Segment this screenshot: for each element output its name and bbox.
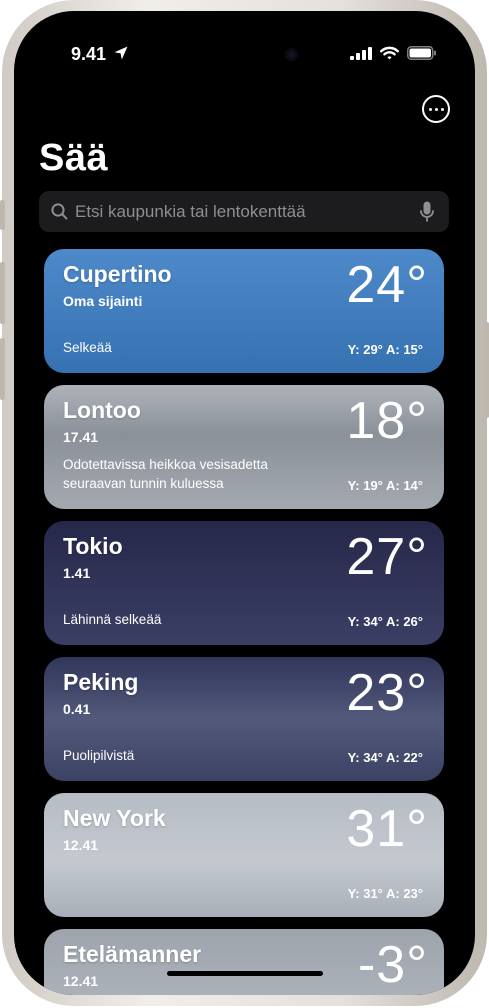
- city-subtitle: 0.41: [63, 701, 91, 717]
- city-temperature: 27°: [346, 528, 428, 586]
- city-subtitle: 1.41: [63, 565, 91, 581]
- city-card-peking[interactable]: Peking 0.41 23° Puolipilvistä Y: 34° A: …: [44, 657, 444, 781]
- city-condition: Odotettavissa heikkoa vesisadetta seuraa…: [63, 457, 268, 491]
- status-icons: [350, 46, 437, 60]
- search-icon: [51, 203, 68, 220]
- status-time: 9.41: [71, 44, 107, 64]
- city-name: Tokio: [63, 533, 123, 559]
- city-card-etelamanner[interactable]: Etelämanner 12.41 -3°: [44, 929, 444, 995]
- city-temperature: 23°: [346, 664, 428, 722]
- city-subtitle: 12.41: [63, 973, 99, 989]
- city-condition: Selkeää: [63, 340, 112, 355]
- city-temperature: 18°: [346, 392, 428, 450]
- city-subtitle: 17.41: [63, 429, 99, 445]
- city-name: Cupertino: [63, 261, 172, 287]
- city-card-new-york[interactable]: New York 12.41 31° Y: 31° A: 23°: [44, 793, 444, 917]
- city-high-low: Y: 34° A: 22°: [347, 750, 423, 765]
- location-arrow-icon: [114, 46, 128, 60]
- city-card-cupertino[interactable]: Cupertino Oma sijainti 24° Selkeää Y: 29…: [44, 249, 444, 373]
- volume-up-button: [0, 262, 5, 324]
- microphone-icon[interactable]: [420, 201, 434, 223]
- volume-down-button: [0, 338, 5, 400]
- more-options-button[interactable]: [422, 95, 450, 123]
- front-camera: [285, 48, 298, 61]
- search-input[interactable]: [75, 191, 405, 232]
- city-temperature: -3°: [357, 936, 428, 994]
- ellipsis-circle-icon: [428, 107, 432, 111]
- city-high-low: Y: 31° A: 23°: [347, 886, 423, 901]
- action-button: [0, 200, 5, 230]
- city-name: Peking: [63, 669, 139, 695]
- city-high-low: Y: 34° A: 26°: [347, 614, 423, 629]
- city-temperature: 24°: [346, 256, 428, 314]
- city-name: New York: [63, 805, 166, 831]
- search-field[interactable]: [39, 191, 449, 232]
- city-name: Etelämanner: [63, 941, 202, 967]
- city-card-lontoo[interactable]: Lontoo 17.41 18° Odotettavissa heikkoa v…: [44, 385, 444, 509]
- city-card-tokio[interactable]: Tokio 1.41 27° Lähinnä selkeää Y: 34° A:…: [44, 521, 444, 645]
- city-temperature: 31°: [346, 800, 428, 858]
- phone-screen: 9.41 Sää Etsi kaupunkia tai lentokenttää…: [14, 11, 475, 995]
- wifi-icon: [380, 46, 399, 60]
- side-button: [484, 322, 489, 418]
- city-name: Lontoo: [63, 397, 141, 423]
- city-subtitle: 12.41: [63, 837, 99, 853]
- city-high-low: Y: 19° A: 14°: [347, 478, 423, 493]
- page-title: Sää: [39, 137, 109, 179]
- city-condition: Lähinnä selkeää: [63, 612, 162, 627]
- home-indicator[interactable]: [167, 971, 323, 976]
- ellipsis-dot: [434, 107, 438, 111]
- city-high-low: Y: 29° A: 15°: [347, 342, 423, 357]
- battery-icon: [407, 46, 436, 60]
- cellular-signal-icon: [350, 46, 372, 60]
- city-subtitle: Oma sijainti: [63, 293, 143, 309]
- city-condition: Puolipilvistä: [63, 748, 135, 763]
- ellipsis-dot: [440, 107, 444, 111]
